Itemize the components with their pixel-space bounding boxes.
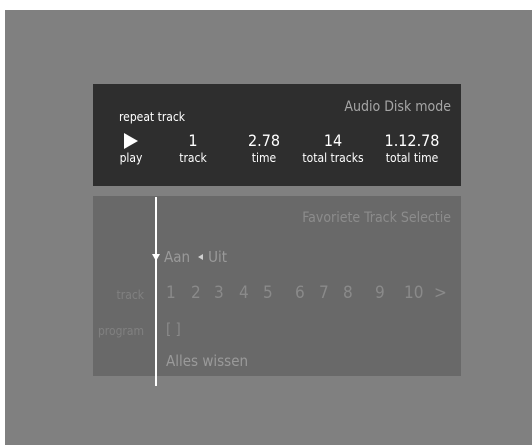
mode-label: Audio Disk mode xyxy=(344,99,451,115)
track-item-10[interactable]: 10 xyxy=(404,283,423,303)
track-item-3[interactable]: 3 xyxy=(214,283,224,303)
program-row-label: program xyxy=(97,324,144,338)
track-item-9[interactable]: 9 xyxy=(375,283,385,303)
favorite-track-panel: Favoriete Track Selectie Aan Uit track 1… xyxy=(93,196,461,376)
track-item-4[interactable]: 4 xyxy=(239,283,249,303)
total-time-value: 1.12.78 xyxy=(384,131,440,150)
next-arrow-icon[interactable]: > xyxy=(434,283,447,303)
track-item-8[interactable]: 8 xyxy=(343,283,353,303)
on-off-toggle[interactable]: Aan Uit xyxy=(152,248,227,266)
clear-all-button[interactable]: Alles wissen xyxy=(166,352,248,370)
total-tracks-label: total tracks xyxy=(302,151,364,165)
total-time-label: total time xyxy=(385,151,439,165)
track-item-6[interactable]: 6 xyxy=(295,283,305,303)
selection-arrow-left-icon xyxy=(198,254,204,260)
total-tracks-value: 14 xyxy=(323,131,343,150)
repeat-mode-button[interactable]: repeat track xyxy=(119,110,185,124)
panel-title: Favoriete Track Selectie xyxy=(302,210,451,226)
program-value: [ ] xyxy=(166,320,181,338)
panel-divider xyxy=(155,197,157,386)
track-item-5[interactable]: 5 xyxy=(263,283,273,303)
track-row-label: track xyxy=(116,288,144,302)
status-panel: Audio Disk mode repeat track play 1 trac… xyxy=(93,84,461,186)
total-time-stat: 1.12.78 total time xyxy=(367,131,457,165)
track-item-7[interactable]: 7 xyxy=(319,283,329,303)
play-icon xyxy=(124,133,138,149)
track-item-2[interactable]: 2 xyxy=(191,283,201,303)
total-tracks-stat: 14 total tracks xyxy=(288,131,378,165)
screen: Audio Disk mode repeat track play 1 trac… xyxy=(5,10,532,445)
track-item-1[interactable]: 1 xyxy=(166,283,176,303)
on-option[interactable]: Aan xyxy=(164,248,190,266)
off-option[interactable]: Uit xyxy=(208,248,227,266)
